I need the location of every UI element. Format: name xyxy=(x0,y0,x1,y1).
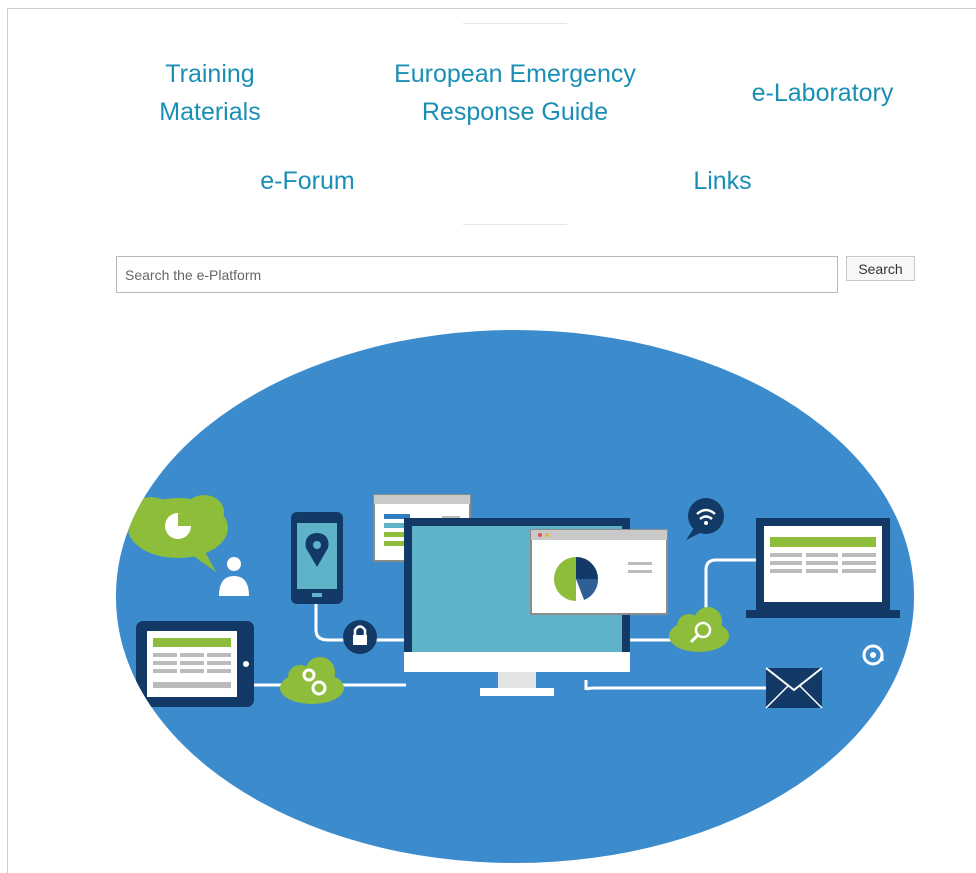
nav-link-training-materials-line2: Materials xyxy=(159,98,261,126)
envelope-icon xyxy=(765,667,823,709)
search-input[interactable] xyxy=(116,256,838,293)
cloud-settings-icon xyxy=(280,657,344,704)
nav-link-training-materials[interactable]: Training Materials xyxy=(130,55,290,131)
speech-bubble-chart-icon xyxy=(128,495,228,572)
tablet-icon xyxy=(136,621,254,707)
laptop-icon xyxy=(746,518,900,618)
at-sign-icon xyxy=(862,644,884,666)
top-divider xyxy=(463,23,567,24)
nav-link-emergency-response-guide[interactable]: European Emergency Response Guide xyxy=(355,55,675,131)
wifi-bubble-icon xyxy=(686,498,724,540)
nav-link-eerg-line1: European Emergency xyxy=(394,60,636,88)
phone-location-icon xyxy=(291,512,343,604)
nav-link-e-laboratory[interactable]: e-Laboratory xyxy=(730,74,915,112)
nav-link-e-forum[interactable]: e-Forum xyxy=(230,162,385,200)
pie-chart-window-icon xyxy=(530,529,668,615)
bottom-divider xyxy=(463,224,567,225)
nav-link-links[interactable]: Links xyxy=(670,162,775,200)
nav-link-training-materials-line1: Training xyxy=(165,60,255,88)
search-button[interactable]: Search xyxy=(846,256,915,281)
hero-graphic xyxy=(128,494,900,709)
nav-link-eerg-line2: Response Guide xyxy=(421,98,609,126)
hero-illustration xyxy=(116,330,914,863)
lock-icon xyxy=(343,620,377,654)
cloud-search-icon xyxy=(669,607,729,652)
user-icon xyxy=(219,557,249,596)
